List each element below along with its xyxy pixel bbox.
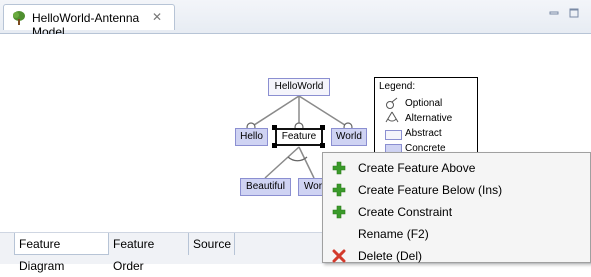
menu-item-create-feature-above[interactable]: Create Feature Above — [323, 157, 590, 179]
menu-label: Create Constraint — [358, 205, 453, 219]
red-x-icon — [332, 249, 346, 263]
tab-feature-order[interactable]: Feature Order — [109, 233, 189, 273]
feature-feature[interactable]: Feature — [275, 128, 323, 146]
feature-helloworld[interactable]: HelloWorld — [268, 78, 330, 96]
feature-beautiful[interactable]: Beautiful — [240, 178, 291, 196]
feature-hello[interactable]: Hello — [235, 128, 268, 146]
legend-abstract: Abstract — [405, 128, 442, 139]
legend: Legend: Optional Alternative Abstract Co… — [374, 77, 478, 157]
tab-source[interactable]: Source — [189, 233, 235, 255]
selection-handle[interactable] — [272, 125, 277, 130]
context-menu: Create Feature Above Create Feature Belo… — [322, 152, 591, 263]
legend-alternative: Alternative — [405, 113, 453, 124]
green-plus-icon — [332, 183, 346, 197]
selection-handle[interactable] — [320, 143, 325, 148]
menu-label: Create Feature Above — [358, 161, 476, 175]
feature-world[interactable]: World — [331, 128, 367, 146]
menu-item-create-constraint[interactable]: Create Constraint — [323, 201, 590, 223]
alternative-icon — [385, 111, 399, 123]
menu-item-delete[interactable]: Delete (Del) — [323, 245, 590, 267]
green-plus-icon — [332, 205, 346, 219]
menu-label: Rename (F2) — [358, 227, 429, 241]
menu-label: Create Feature Below (Ins) — [358, 183, 503, 197]
green-plus-icon — [332, 161, 346, 175]
selection-handle[interactable] — [320, 125, 325, 130]
tab-feature-diagram[interactable]: Feature Diagram — [14, 233, 109, 273]
menu-label: Delete (Del) — [358, 249, 423, 263]
menu-item-rename[interactable]: Rename (F2) — [323, 223, 590, 245]
selection-handle[interactable] — [272, 143, 277, 148]
menu-item-create-feature-below[interactable]: Create Feature Below (Ins) — [323, 179, 590, 201]
legend-optional: Optional — [405, 98, 443, 109]
optional-icon — [386, 97, 398, 109]
legend-title: Legend: — [379, 81, 416, 92]
abstract-swatch — [385, 130, 402, 140]
